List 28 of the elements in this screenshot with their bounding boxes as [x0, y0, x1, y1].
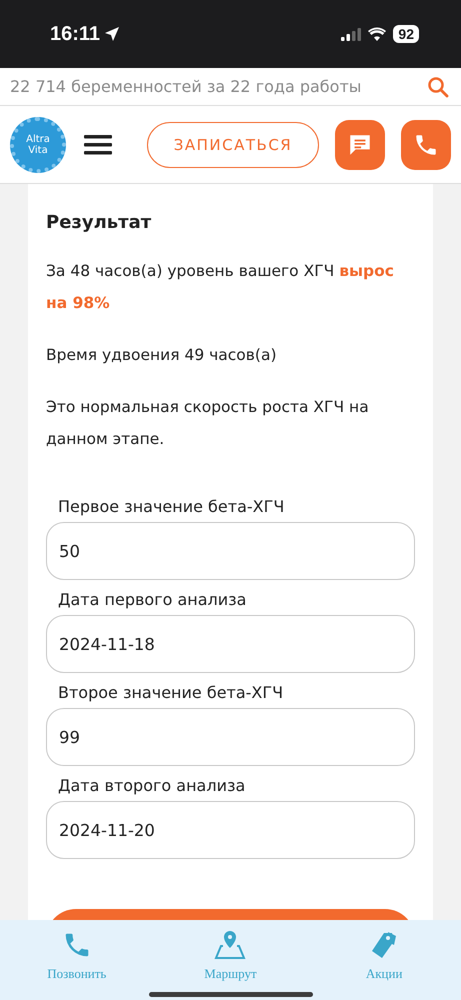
logo[interactable]: Altra Vita: [10, 116, 66, 172]
result-title: Результат: [46, 212, 152, 233]
nav-item[interactable]: Маршрут: [175, 930, 286, 982]
result-text: За 48 часов(а) уровень вашего ХГЧ вырос на 98%: [46, 261, 395, 314]
menu-icon[interactable]: [84, 134, 112, 156]
chat-button[interactable]: [335, 120, 385, 170]
location-arrow-icon: [104, 26, 120, 42]
clock-time: 16:11: [50, 22, 100, 46]
field-label: Первое значение бета-ХГЧ: [58, 497, 286, 516]
input-field[interactable]: 99: [46, 708, 415, 766]
field-label: Второе значение бета-ХГЧ: [58, 683, 284, 702]
result-text: Это нормальная скорость роста ХГЧ на данном этапе.: [46, 397, 370, 450]
wifi-icon: [368, 27, 386, 41]
map-pin-icon: [214, 930, 246, 960]
nav-item[interactable]: Позвонить: [22, 930, 132, 982]
field-label: Дата второго анализа: [58, 776, 246, 795]
stats-text: 22 714 беременностей за 22 года работы: [10, 77, 362, 96]
nav-item[interactable]: Акции: [329, 930, 440, 982]
battery-level: 92: [393, 25, 419, 43]
search-icon[interactable]: [427, 76, 449, 98]
input-field[interactable]: 2024-11-20: [46, 801, 415, 859]
field-label: Дата первого анализа: [58, 590, 248, 609]
phone-button[interactable]: [401, 120, 451, 170]
signup-button[interactable]: ЗАПИСАТЬСЯ: [147, 122, 319, 168]
input-field[interactable]: 2024-11-18: [46, 615, 415, 673]
result-text: Время удвоения 49 часов(а): [46, 345, 278, 366]
input-field[interactable]: 50: [46, 522, 415, 580]
signal-icon: [341, 28, 362, 40]
